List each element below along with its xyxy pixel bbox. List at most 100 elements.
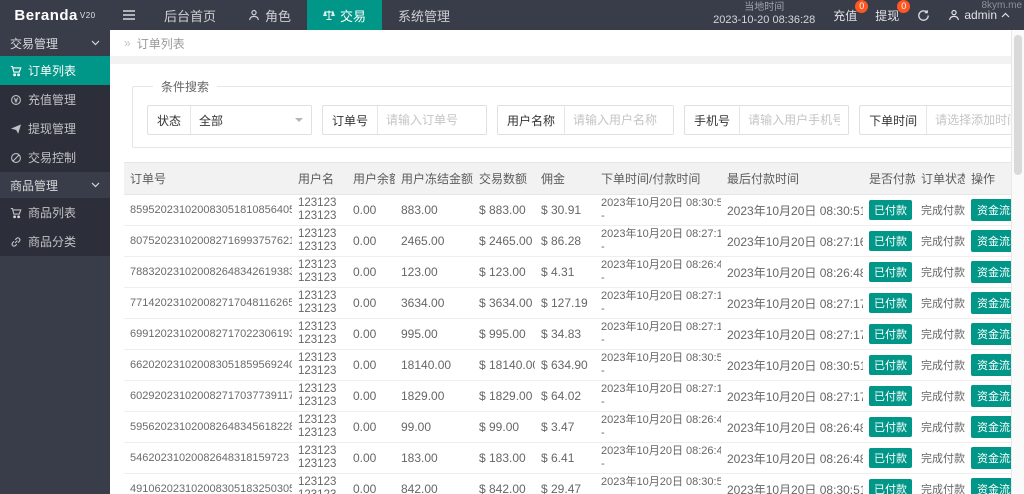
last-pay-time-cell: 2023年10月20日 08:27:17 bbox=[721, 380, 863, 412]
phone-input[interactable] bbox=[740, 106, 849, 134]
scrollbar-track[interactable] bbox=[1011, 30, 1024, 494]
nav-label: 角色 bbox=[265, 8, 292, 24]
order-time-cell: 2023年10月20日 08:26:48- bbox=[595, 411, 721, 443]
user-balance-cell: 0.00 bbox=[347, 194, 395, 226]
nav-trade[interactable]: 交易 bbox=[307, 0, 383, 30]
user-balance-cell: 0.00 bbox=[347, 411, 395, 443]
sidebar-group-label: 商品管理 bbox=[10, 178, 59, 193]
recharge-link[interactable]: 充值 0 bbox=[833, 0, 869, 24]
paid-status-cell: 已付款 bbox=[863, 349, 915, 381]
sidebar-trade-items: 订单列表 充值管理 提现管理 交易控制 bbox=[0, 56, 110, 172]
order-time-label: 下单时间 bbox=[860, 106, 928, 134]
status-select[interactable]: 状态 全部 bbox=[147, 105, 313, 135]
order-no-cell: 54620231020082648318159723 bbox=[124, 442, 292, 474]
user-name-input[interactable] bbox=[565, 106, 674, 134]
user-name-field: 用户名称 bbox=[497, 105, 675, 135]
paid-badge: 已付款 bbox=[869, 200, 912, 220]
order-status-text: 完成付款 bbox=[921, 329, 965, 341]
order-status-cell: 完成付款 bbox=[915, 349, 965, 381]
order-no-cell: 662020231020083051859569240 bbox=[124, 349, 292, 381]
paid-badge: 已付款 bbox=[869, 293, 912, 313]
trade-amount-cell: $ 883.00 bbox=[473, 194, 535, 226]
user-name-cell: 123123123123 bbox=[292, 411, 347, 443]
logo-version: V20 bbox=[79, 10, 96, 20]
last-pay-time-cell: 2023年10月20日 08:27:17 bbox=[721, 287, 863, 319]
commission-cell: $ 86.28 bbox=[535, 225, 595, 257]
refresh-icon[interactable] bbox=[917, 9, 930, 22]
user-name-cell: 123123123123 bbox=[292, 318, 347, 350]
frozen-amount-cell: 18140.00 bbox=[395, 349, 473, 381]
commission-cell: $ 64.02 bbox=[535, 380, 595, 412]
order-no-cell: 771420231020082717048116265 bbox=[124, 287, 292, 319]
search-panel-title: 条件搜索 bbox=[161, 80, 210, 94]
frozen-amount-cell: 2465.00 bbox=[395, 225, 473, 257]
scrollbar-thumb[interactable] bbox=[1014, 35, 1022, 175]
sidebar-goods-items: 商品列表 商品分类 bbox=[0, 198, 110, 256]
sidebar-item-recharge[interactable]: 充值管理 bbox=[0, 85, 110, 114]
paid-badge: 已付款 bbox=[869, 231, 912, 251]
order-status-cell: 完成付款 bbox=[915, 225, 965, 257]
sidebar-item-label: 商品列表 bbox=[28, 206, 77, 220]
paid-badge: 已付款 bbox=[869, 479, 912, 494]
frozen-amount-cell: 883.00 bbox=[395, 194, 473, 226]
sidebar-group-goods[interactable]: 商品管理 bbox=[0, 172, 110, 198]
order-status-text: 完成付款 bbox=[921, 236, 965, 248]
table-row: 54620231020082648318159723 123123 123123 … bbox=[124, 442, 1021, 474]
time-label: 当地时间 bbox=[744, 1, 785, 13]
order-status-cell: 完成付款 bbox=[915, 411, 965, 443]
menu-toggle-icon[interactable] bbox=[110, 0, 148, 30]
sidebar-item-order-list[interactable]: 订单列表 bbox=[0, 56, 110, 85]
user-name-cell: 123123123123 bbox=[292, 349, 347, 381]
frozen-amount-cell: 842.00 bbox=[395, 473, 473, 494]
sidebar-item-withdraw[interactable]: 提现管理 bbox=[0, 114, 110, 143]
order-no-label: 订单号 bbox=[323, 106, 379, 134]
paid-status-cell: 已付款 bbox=[863, 287, 915, 319]
nav-system[interactable]: 系统管理 bbox=[382, 0, 466, 30]
user-name-cell: 123123123123 bbox=[292, 442, 347, 474]
sidebar-item-label: 订单列表 bbox=[28, 64, 77, 78]
sidebar-item-trade-control[interactable]: 交易控制 bbox=[0, 143, 110, 172]
user-name-cell: 123123123123 bbox=[292, 225, 347, 257]
person-icon bbox=[248, 9, 260, 21]
app-logo: Beranda V20 bbox=[0, 0, 110, 30]
commission-cell: $ 634.90 bbox=[535, 349, 595, 381]
paid-status-cell: 已付款 bbox=[863, 225, 915, 257]
paid-status-cell: 已付款 bbox=[863, 442, 915, 474]
trade-amount-cell: $ 995.00 bbox=[473, 318, 535, 350]
column-header: 是否付款 bbox=[863, 162, 915, 195]
order-time-field: 下单时间 bbox=[859, 105, 1024, 135]
order-status-text: 完成付款 bbox=[921, 298, 965, 310]
order-status-cell: 完成付款 bbox=[915, 194, 965, 226]
frozen-amount-cell: 123.00 bbox=[395, 256, 473, 288]
order-table-header-row: 订单号用户名用户余额用户冻结金额交易数额佣金下单时间/付款时间最后付款时间是否付… bbox=[124, 162, 1021, 195]
commission-cell: $ 29.47 bbox=[535, 473, 595, 494]
user-name-cell: 123123123123 bbox=[292, 380, 347, 412]
person-icon bbox=[948, 9, 960, 21]
trade-amount-cell: $ 3634.00 bbox=[473, 287, 535, 319]
nav-roles[interactable]: 角色 bbox=[232, 0, 307, 30]
trade-amount-cell: $ 99.00 bbox=[473, 411, 535, 443]
sidebar-group-trade[interactable]: 交易管理 bbox=[0, 30, 110, 56]
link-icon bbox=[10, 236, 22, 248]
send-icon bbox=[10, 123, 22, 135]
sidebar: 交易管理 订单列表 充值管理 提现管理 交易控制 商品管理 商品列表 商品分类 bbox=[0, 30, 110, 494]
nav-home[interactable]: 后台首页 bbox=[148, 0, 232, 30]
chevron-down-icon bbox=[91, 40, 100, 46]
withdraw-link[interactable]: 提现 0 bbox=[875, 0, 911, 24]
sidebar-item-goods-list[interactable]: 商品列表 bbox=[0, 198, 110, 227]
order-time-cell: 2023年10月20日 08:26:48- bbox=[595, 442, 721, 474]
order-no-input[interactable] bbox=[378, 106, 487, 134]
paid-badge: 已付款 bbox=[869, 324, 912, 344]
column-header: 订单状态 bbox=[915, 162, 965, 195]
chevron-up-icon bbox=[1001, 12, 1010, 18]
sidebar-item-label: 商品分类 bbox=[28, 235, 77, 249]
user-balance-cell: 0.00 bbox=[347, 256, 395, 288]
order-time-cell: 2023年10月20日 08:30:51- bbox=[595, 473, 721, 494]
status-value: 全部 bbox=[199, 113, 224, 128]
sidebar-item-goods-category[interactable]: 商品分类 bbox=[0, 227, 110, 256]
order-status-text: 完成付款 bbox=[921, 360, 965, 372]
sidebar-item-label: 充值管理 bbox=[28, 93, 77, 107]
scale-icon bbox=[323, 9, 335, 21]
order-time-input[interactable] bbox=[927, 106, 1024, 134]
divider bbox=[110, 56, 1024, 64]
